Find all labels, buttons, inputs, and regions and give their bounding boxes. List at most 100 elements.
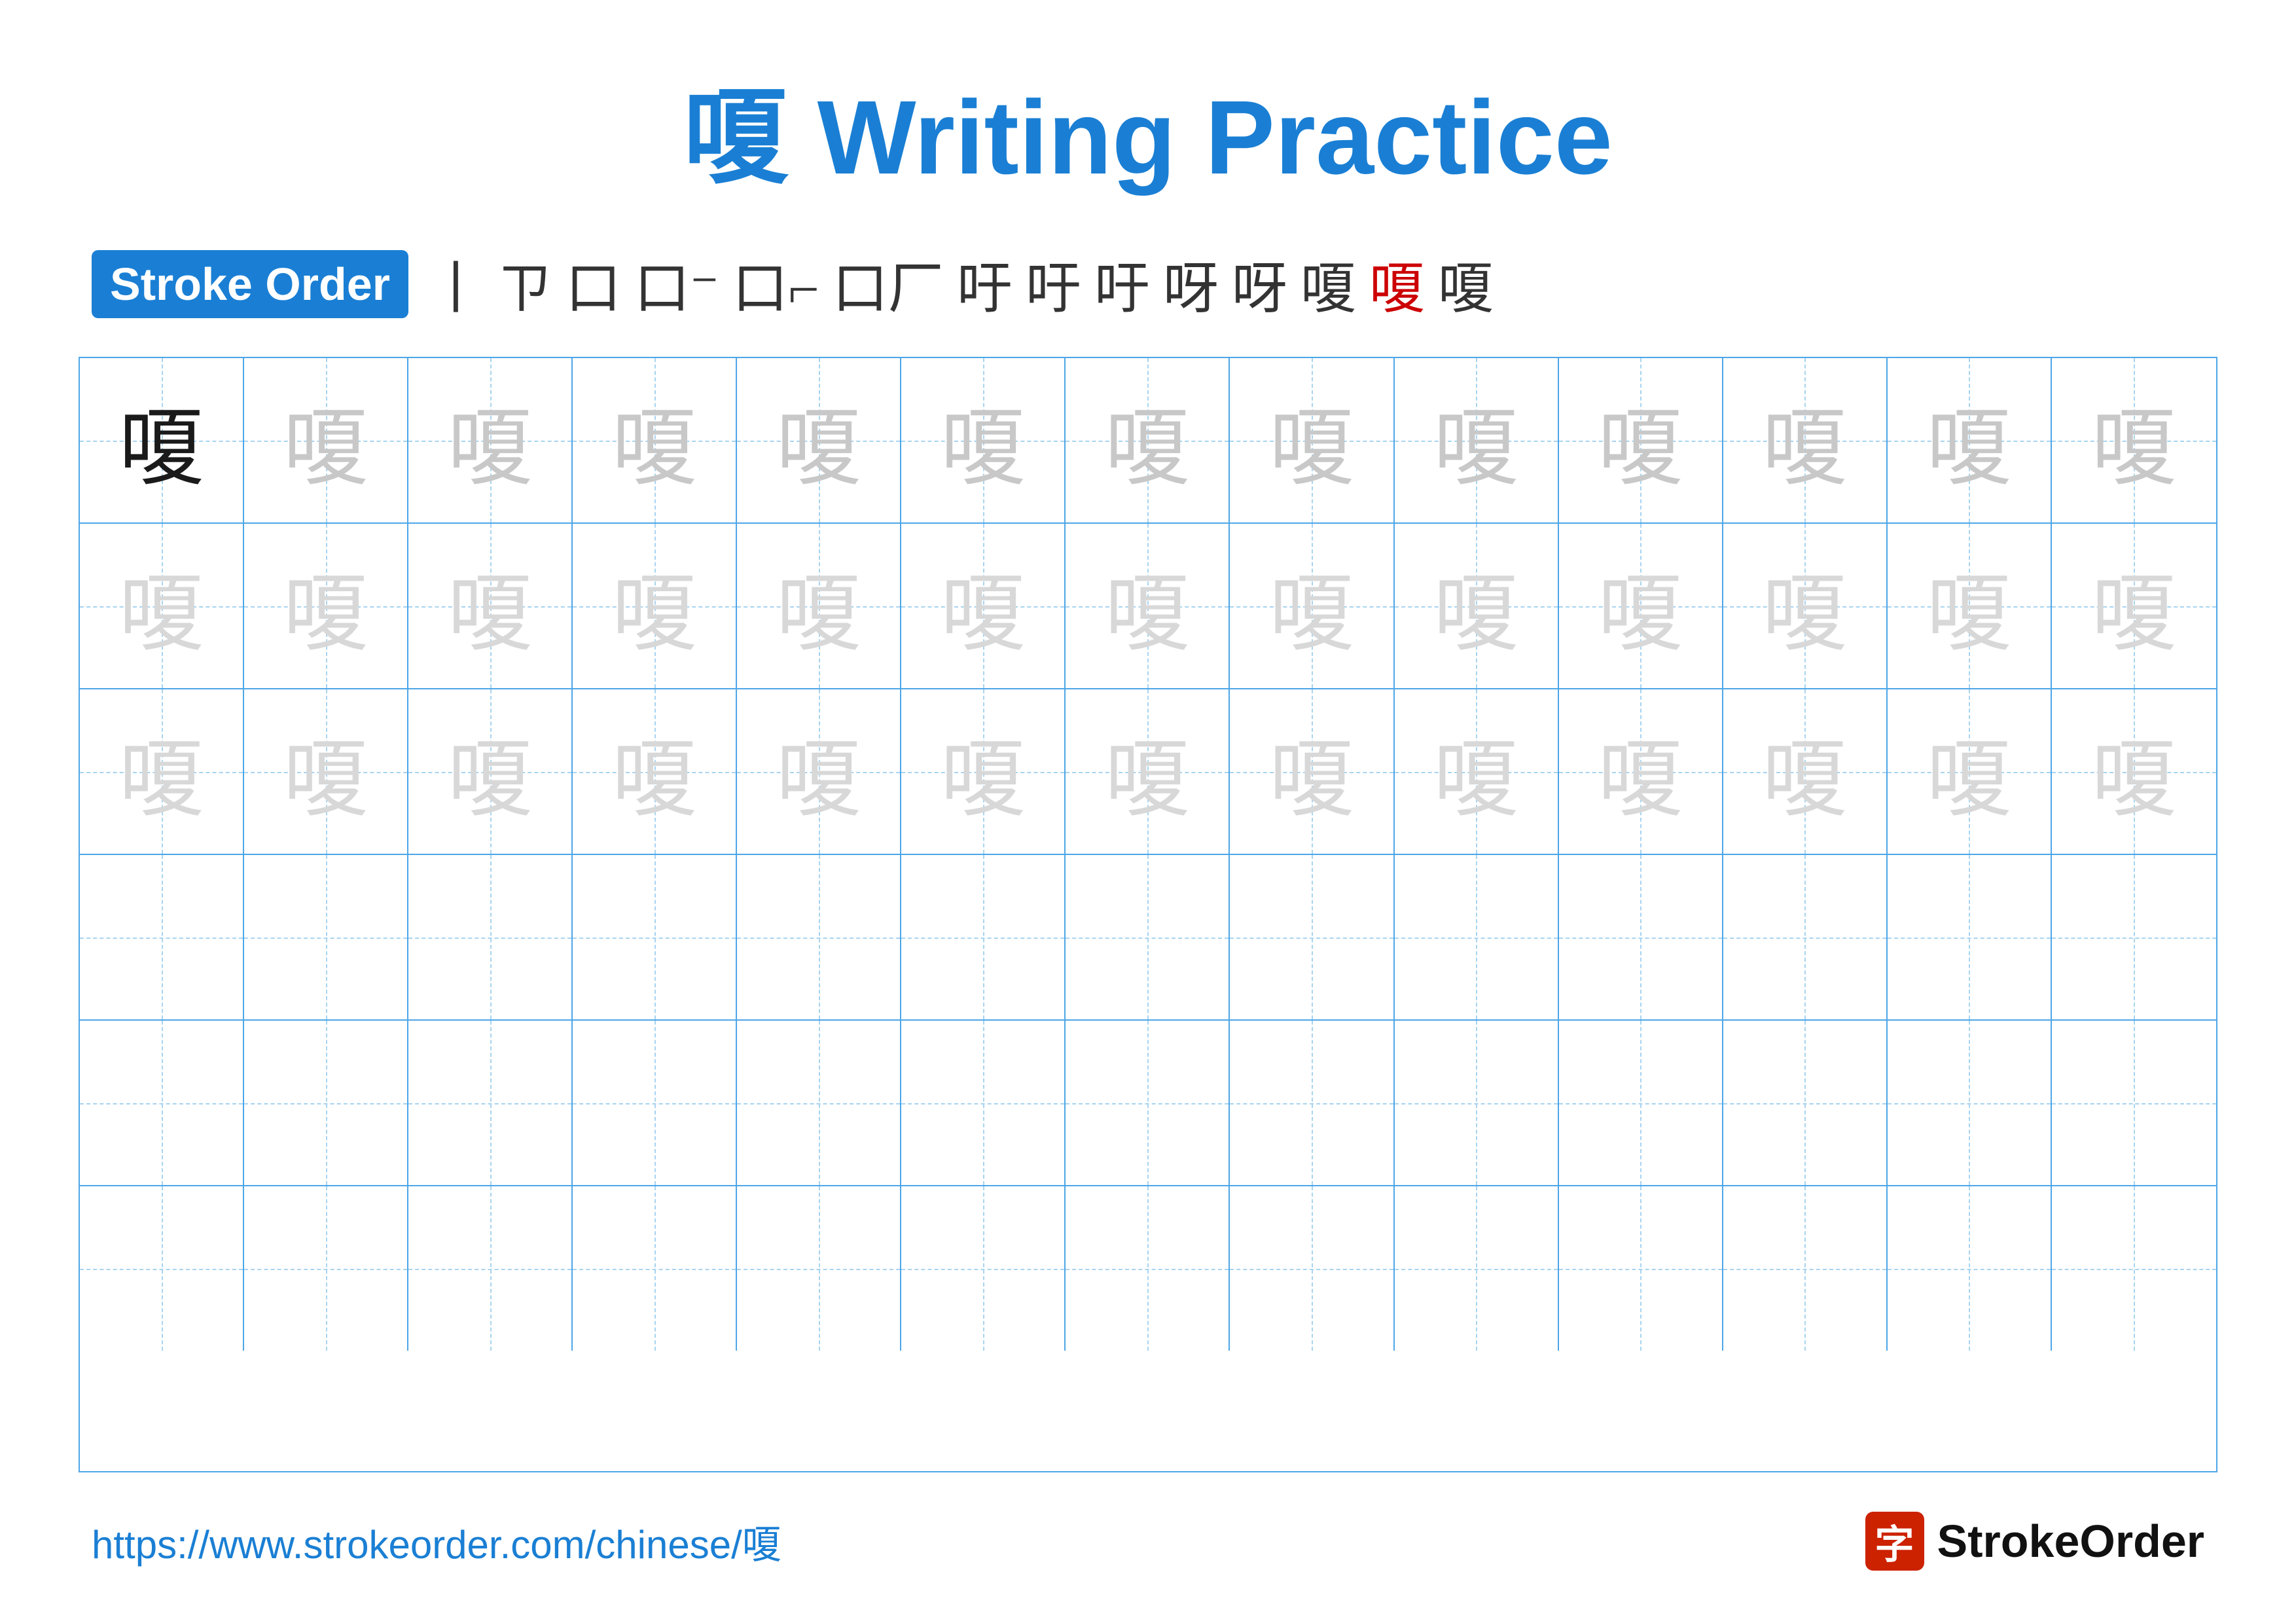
grid-cell-5-7[interactable] [1230,1186,1394,1351]
grid-cell-5-9[interactable] [1559,1186,1723,1351]
grid-cell-1-3[interactable]: 嗄 [573,524,737,688]
grid-cell-0-9[interactable]: 嗄 [1559,358,1723,522]
grid-cell-3-11[interactable] [1888,855,2052,1019]
grid-cell-0-0[interactable]: 嗄 [80,358,244,522]
grid-cell-5-3[interactable] [573,1186,737,1351]
grid-row-1: 嗄嗄嗄嗄嗄嗄嗄嗄嗄嗄嗄嗄嗄 [80,524,2216,689]
practice-char: 嗄 [776,710,861,833]
grid-cell-5-4[interactable] [737,1186,901,1351]
grid-cell-1-1[interactable]: 嗄 [244,524,408,688]
grid-cell-5-10[interactable] [1723,1186,1888,1351]
grid-cell-1-2[interactable]: 嗄 [408,524,573,688]
grid-cell-4-11[interactable] [1888,1021,2052,1185]
grid-cell-0-1[interactable]: 嗄 [244,358,408,522]
grid-cell-2-1[interactable]: 嗄 [244,689,408,854]
practice-char: 嗄 [1762,710,1847,833]
grid-cell-5-1[interactable] [244,1186,408,1351]
practice-char: 嗄 [1598,545,1683,668]
grid-cell-4-10[interactable] [1723,1021,1888,1185]
grid-cell-4-3[interactable] [573,1021,737,1185]
stroke-order-row: Stroke Order 丨ㄗ口口⁻口⌐口厂吁吁吁呀呀嗄嗄嗄 [79,244,2217,324]
practice-char: 嗄 [1433,379,1518,502]
practice-char: 嗄 [1105,379,1190,502]
grid-cell-1-12[interactable]: 嗄 [2052,524,2216,688]
grid-cell-0-5[interactable]: 嗄 [901,358,1066,522]
stroke-step-11: 嗄 [1300,244,1356,324]
grid-cell-3-8[interactable] [1395,855,1559,1019]
grid-cell-1-8[interactable]: 嗄 [1395,524,1559,688]
grid-cell-0-12[interactable]: 嗄 [2052,358,2216,522]
grid-cell-4-6[interactable] [1066,1021,1230,1185]
grid-cell-4-9[interactable] [1559,1021,1723,1185]
grid-cell-0-7[interactable]: 嗄 [1230,358,1394,522]
practice-char: 嗄 [776,545,861,668]
page-title: 嗄 Writing Practice [683,52,1613,204]
grid-cell-3-3[interactable] [573,855,737,1019]
grid-cell-4-0[interactable] [80,1021,244,1185]
grid-cell-3-9[interactable] [1559,855,1723,1019]
grid-cell-3-4[interactable] [737,855,901,1019]
grid-cell-0-3[interactable]: 嗄 [573,358,737,522]
grid-cell-2-8[interactable]: 嗄 [1395,689,1559,854]
stroke-step-5: 口厂 [833,244,944,324]
practice-char: 嗄 [941,379,1026,502]
grid-cell-1-0[interactable]: 嗄 [80,524,244,688]
grid-cell-5-8[interactable] [1395,1186,1559,1351]
grid-row-3 [80,855,2216,1021]
grid-cell-2-7[interactable]: 嗄 [1230,689,1394,854]
grid-cell-4-8[interactable] [1395,1021,1559,1185]
grid-cell-5-11[interactable] [1888,1186,2052,1351]
grid-cell-0-11[interactable]: 嗄 [1888,358,2052,522]
grid-cell-0-6[interactable]: 嗄 [1066,358,1230,522]
stroke-sequence: 丨ㄗ口口⁻口⌐口厂吁吁吁呀呀嗄嗄嗄 [428,244,1494,324]
grid-cell-0-10[interactable]: 嗄 [1723,358,1888,522]
grid-cell-5-5[interactable] [901,1186,1066,1351]
grid-cell-2-6[interactable]: 嗄 [1066,689,1230,854]
grid-cell-4-1[interactable] [244,1021,408,1185]
grid-cell-2-4[interactable]: 嗄 [737,689,901,854]
grid-cell-2-0[interactable]: 嗄 [80,689,244,854]
grid-cell-5-6[interactable] [1066,1186,1230,1351]
grid-cell-4-7[interactable] [1230,1021,1394,1185]
grid-cell-1-10[interactable]: 嗄 [1723,524,1888,688]
grid-cell-4-4[interactable] [737,1021,901,1185]
grid-cell-2-11[interactable]: 嗄 [1888,689,2052,854]
grid-cell-3-12[interactable] [2052,855,2216,1019]
grid-cell-3-6[interactable] [1066,855,1230,1019]
grid-cell-1-6[interactable]: 嗄 [1066,524,1230,688]
grid-cell-1-9[interactable]: 嗄 [1559,524,1723,688]
grid-cell-2-10[interactable]: 嗄 [1723,689,1888,854]
grid-cell-5-2[interactable] [408,1186,573,1351]
practice-char: 嗄 [612,710,697,833]
grid-cell-0-8[interactable]: 嗄 [1395,358,1559,522]
grid-cell-2-5[interactable]: 嗄 [901,689,1066,854]
grid-cell-3-7[interactable] [1230,855,1394,1019]
practice-char: 嗄 [448,545,533,668]
grid-cell-0-4[interactable]: 嗄 [737,358,901,522]
grid-cell-4-5[interactable] [901,1021,1066,1185]
grid-cell-5-12[interactable] [2052,1186,2216,1351]
grid-cell-3-10[interactable] [1723,855,1888,1019]
grid-cell-2-3[interactable]: 嗄 [573,689,737,854]
grid-cell-1-4[interactable]: 嗄 [737,524,901,688]
grid-cell-4-2[interactable] [408,1021,573,1185]
grid-cell-1-7[interactable]: 嗄 [1230,524,1394,688]
practice-char: 嗄 [612,545,697,668]
practice-char: 嗄 [2091,545,2176,668]
practice-char: 嗄 [1105,545,1190,668]
grid-cell-4-12[interactable] [2052,1021,2216,1185]
grid-cell-3-0[interactable] [80,855,244,1019]
stroke-step-12: 嗄 [1369,244,1425,324]
grid-cell-3-5[interactable] [901,855,1066,1019]
grid-cell-5-0[interactable] [80,1186,244,1351]
grid-cell-0-2[interactable]: 嗄 [408,358,573,522]
grid-cell-2-9[interactable]: 嗄 [1559,689,1723,854]
grid-cell-2-12[interactable]: 嗄 [2052,689,2216,854]
stroke-step-9: 呀 [1163,244,1219,324]
grid-cell-2-2[interactable]: 嗄 [408,689,573,854]
practice-char: 嗄 [119,545,204,668]
grid-cell-3-2[interactable] [408,855,573,1019]
grid-cell-1-5[interactable]: 嗄 [901,524,1066,688]
grid-cell-1-11[interactable]: 嗄 [1888,524,2052,688]
grid-cell-3-1[interactable] [244,855,408,1019]
